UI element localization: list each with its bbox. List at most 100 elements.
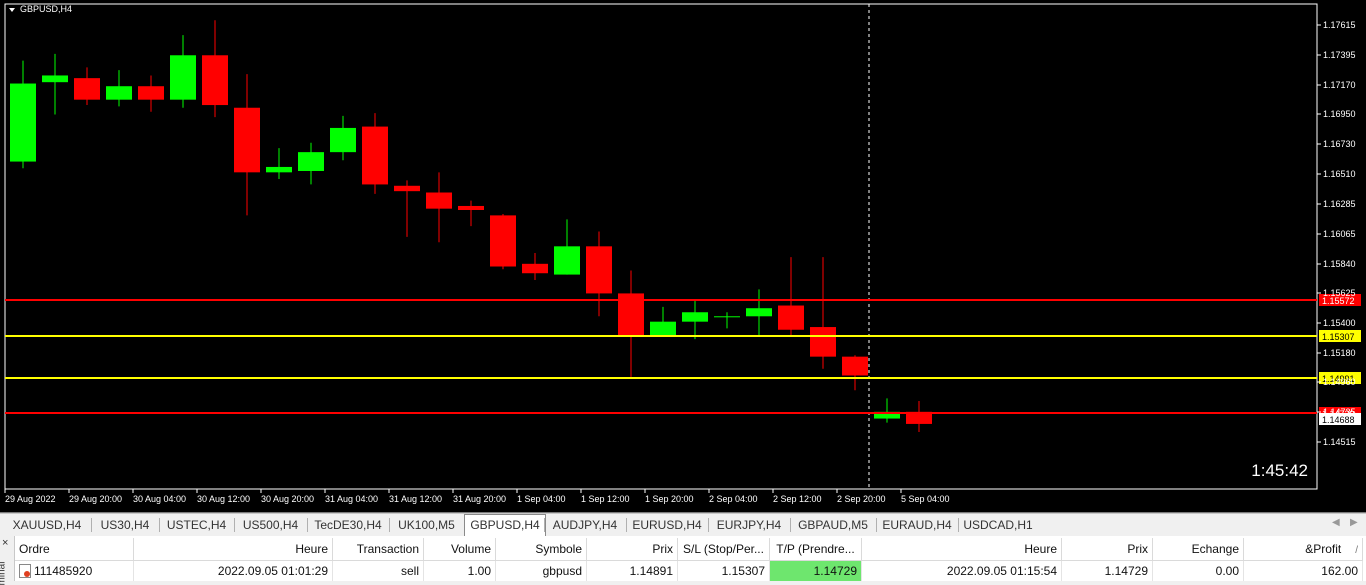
col-header-volume[interactable]: Volume [423,538,496,561]
candle-body [778,305,804,330]
candle-body [330,127,356,153]
price-axis-label: 1.16730 [1323,139,1356,149]
candle-body [426,192,452,209]
time-axis-label: 30 Aug 20:00 [261,494,314,504]
tab-eurusd-h4[interactable]: EURUSD,H4 [626,516,708,534]
tabs-scroll-left-icon[interactable]: ◀ [1332,517,1340,528]
candle-body [42,75,68,83]
terminal-panel: × minal Ordre Heure Transaction Volume S… [0,536,1366,585]
candle-body [522,263,548,274]
volume-cell: 1.00 [423,560,496,581]
time-axis-label: 2 Sep 12:00 [773,494,822,504]
price-axis-label: 1.16510 [1323,169,1356,179]
col-header-heure-close[interactable]: Heure [861,538,1062,561]
price-axis-label: 1.17615 [1323,20,1356,30]
chart-canvas[interactable]: 1.155721.153071.149911.147291.146881.176… [0,0,1366,512]
candle-body [842,356,868,376]
chart-menu-icon [9,8,15,12]
close-icon[interactable]: × [2,537,8,549]
tab-tecde30-h4[interactable]: TecDE30,H4 [307,516,389,534]
chart-plot-frame [4,3,1318,490]
sl-cell: 1.15307 [677,560,770,581]
price-axis-label: 1.17395 [1323,50,1356,60]
col-header-echange[interactable]: Echange [1152,538,1244,561]
bar-countdown: 1:45:42 [1251,461,1308,480]
tab-xauusd-h4[interactable]: XAUUSD,H4 [3,516,91,534]
candle-body [74,78,100,100]
table-row[interactable]: 111485920 2022.09.05 01:01:29 sell 1.00 … [15,560,1363,581]
col-header-tp[interactable]: T/P (Prendre... [769,538,862,561]
col-header-ordre[interactable]: Ordre [15,538,134,561]
price-axis-label: 1.15180 [1323,348,1356,358]
sort-icon: / [1355,545,1358,556]
candle-body [298,152,324,171]
candle-body [554,246,580,275]
terminal-vertical-label: minal [0,561,8,585]
price-axis-label: 1.14960 [1323,377,1356,387]
col-header-transaction[interactable]: Transaction [332,538,424,561]
chart-tabs-bar: XAUUSD,H4 US30,H4 USTEC,H4 US500,H4 TecDE30,… [0,513,1366,536]
profit-cell: 162.00 [1243,560,1363,581]
price-chart[interactable]: 1.155721.153071.149911.147291.146881.176… [0,0,1366,513]
candle-body [490,215,516,267]
time-axis-label: 31 Aug 20:00 [453,494,506,504]
tp-cell: 1.14729 [769,560,862,581]
candle-body [170,55,196,100]
time-axis-label: 29 Aug 2022 [5,494,56,504]
tab-gbpusd-h4[interactable]: GBPUSD,H4 [464,514,546,536]
swap-cell: 0.00 [1152,560,1244,581]
price-axis-label: 1.15625 [1323,288,1356,298]
order-id-cell: 111485920 [15,560,134,581]
symbol-cell: gbpusd [495,560,587,581]
price-axis-label: 1.14735 [1323,407,1356,417]
time-axis-label: 5 Sep 04:00 [901,494,950,504]
col-header-profit-label: &Profit [1305,542,1342,556]
tab-uk100-m5[interactable]: UK100,M5 [389,516,464,534]
tab-euraud-h4[interactable]: EURAUD,H4 [876,516,958,534]
price-axis-label: 1.14515 [1323,437,1356,447]
time-axis-label: 30 Aug 12:00 [197,494,250,504]
tab-us500-h4[interactable]: US500,H4 [234,516,307,534]
col-header-heure[interactable]: Heure [133,538,333,561]
col-header-prix-close[interactable]: Prix [1061,538,1153,561]
col-header-symbole[interactable]: Symbole [495,538,587,561]
price-axis-label: 1.17170 [1323,80,1356,90]
open-price-cell: 1.14891 [586,560,678,581]
tab-us30-h4[interactable]: US30,H4 [91,516,159,534]
price-axis-label: 1.15840 [1323,259,1356,269]
time-axis-label: 29 Aug 20:00 [69,494,122,504]
tab-eurjpy-h4[interactable]: EURJPY,H4 [708,516,790,534]
tab-usdcad-h1[interactable]: USDCAD,H1 [958,516,1038,534]
candle-body [810,327,836,357]
price-axis-label: 1.16065 [1323,229,1356,239]
tabs-scroll-right-icon[interactable]: ▶ [1350,517,1358,528]
orders-header-row: Ordre Heure Transaction Volume Symbole P… [15,538,1363,561]
open-time-cell: 2022.09.05 01:01:29 [133,560,333,581]
col-header-prix[interactable]: Prix [586,538,678,561]
price-axis-label: 1.16285 [1323,199,1356,209]
time-axis-label: 2 Sep 20:00 [837,494,886,504]
candle-body [202,55,228,106]
symbol-label: GBPUSD,H4 [20,4,72,14]
candle-body [106,86,132,100]
time-axis-label: 31 Aug 12:00 [389,494,442,504]
tab-gbpaud-m5[interactable]: GBPAUD,M5 [790,516,876,534]
candle-body [746,308,772,317]
order-id: 111485920 [34,563,93,578]
col-header-profit[interactable]: &Profit / [1243,538,1363,561]
time-axis-label: 30 Aug 04:00 [133,494,186,504]
candle-body [138,86,164,100]
tab-audjpy-h4[interactable]: AUDJPY,H4 [544,516,626,534]
candle-body [682,312,708,322]
price-level-label: 1.15307 [1322,332,1355,342]
price-axis-label: 1.15400 [1323,318,1356,328]
col-header-sl[interactable]: S/L (Stop/Per... [677,538,770,561]
terminal-sidebar: × minal [0,536,15,585]
time-axis-label: 1 Sep 12:00 [581,494,630,504]
time-axis-label: 31 Aug 04:00 [325,494,378,504]
order-sell-icon [19,564,31,579]
candle-body [394,185,420,192]
time-axis-label: 2 Sep 04:00 [709,494,758,504]
tab-ustec-h4[interactable]: USTEC,H4 [159,516,234,534]
candle-body [458,205,484,210]
